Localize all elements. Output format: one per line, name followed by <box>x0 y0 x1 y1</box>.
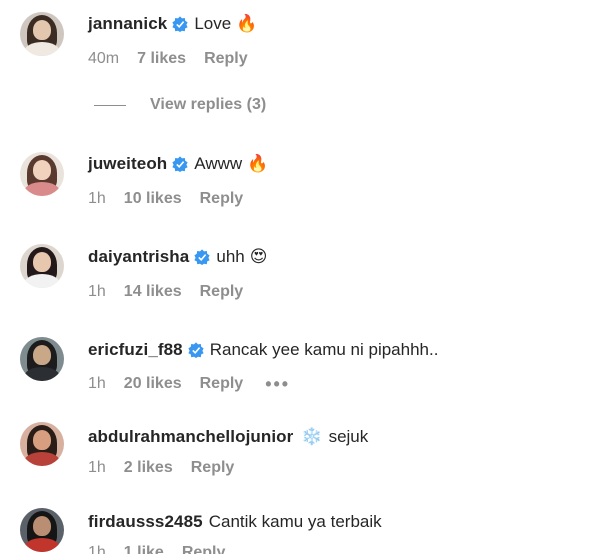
avatar-body <box>24 182 60 196</box>
comment-text: Awww <box>194 154 243 173</box>
comment-text: Cantik kamu ya terbaik <box>208 512 382 531</box>
timestamp: 1h <box>88 459 106 476</box>
avatar-body <box>24 274 60 288</box>
avatar-face <box>33 160 51 180</box>
comment-line: jannanick Love 🔥 <box>88 14 257 34</box>
timestamp: 40m <box>88 50 120 67</box>
comment-meta: 1h 2 likes Reply <box>88 459 234 477</box>
comment-text: sejuk <box>328 427 369 446</box>
avatar-face <box>33 345 51 365</box>
reply-button[interactable]: Reply <box>200 375 244 393</box>
avatar-face <box>33 20 51 40</box>
likes-count[interactable]: 2 likes <box>124 459 173 477</box>
comment-line: firdausss2485 Cantik kamu ya terbaik <box>88 512 382 532</box>
heart-eyes-emoji-icon: 😍 <box>249 247 268 266</box>
avatar-body <box>24 42 60 56</box>
username[interactable]: firdausss2485 <box>88 512 203 532</box>
comment-line: juweiteoh Awww 🔥 <box>88 154 268 174</box>
reply-button[interactable]: Reply <box>200 190 244 208</box>
more-options-icon[interactable]: ••• <box>265 375 290 393</box>
verified-badge-icon <box>188 342 204 358</box>
verified-badge-icon <box>172 16 188 32</box>
view-replies-label[interactable]: View replies (3) <box>150 96 266 114</box>
avatar-face <box>33 516 51 536</box>
comment-text: Love <box>194 14 232 33</box>
avatar[interactable] <box>20 244 64 288</box>
username[interactable]: abdulrahmanchellojunior <box>88 427 293 447</box>
avatar[interactable] <box>20 337 64 381</box>
replies-divider-line <box>94 104 126 106</box>
avatar-body <box>24 538 60 552</box>
comment-meta: 1h 1 like Reply <box>88 544 225 554</box>
likes-count[interactable]: 20 likes <box>124 375 182 393</box>
reply-button[interactable]: Reply <box>204 50 248 68</box>
fire-emoji-icon: 🔥 <box>247 154 269 173</box>
username[interactable]: juweiteoh <box>88 154 167 174</box>
verified-badge-icon <box>194 249 210 265</box>
avatar[interactable] <box>20 12 64 56</box>
fire-emoji-icon: 🔥 <box>236 14 258 33</box>
comment-meta: 1h 10 likes Reply <box>88 190 243 208</box>
view-replies-button[interactable]: View replies (3) <box>94 96 266 114</box>
timestamp: 1h <box>88 190 106 207</box>
comment-text: Rancak yee kamu ni pipahhh.. <box>209 340 439 359</box>
avatar-face <box>33 252 51 272</box>
avatar-body <box>24 367 60 381</box>
username[interactable]: daiyantrisha <box>88 247 189 267</box>
verified-badge-icon <box>172 156 188 172</box>
snowflake-emoji-icon: ❄️ <box>301 427 323 446</box>
username[interactable]: jannanick <box>88 14 167 34</box>
reply-button[interactable]: Reply <box>200 283 244 301</box>
likes-count[interactable]: 1 like <box>124 544 164 554</box>
likes-count[interactable]: 7 likes <box>137 50 186 68</box>
comment-meta: 40m 7 likes Reply <box>88 50 248 68</box>
avatar-body <box>24 452 60 466</box>
avatar-face <box>33 430 51 450</box>
timestamp: 1h <box>88 544 106 554</box>
comment-line: abdulrahmanchellojunior ❄️ sejuk <box>88 427 368 447</box>
comment-meta: 1h 14 likes Reply <box>88 283 243 301</box>
likes-count[interactable]: 14 likes <box>124 283 182 301</box>
avatar[interactable] <box>20 422 64 466</box>
avatar[interactable] <box>20 152 64 196</box>
comment-meta: 1h 20 likes Reply ••• <box>88 375 290 393</box>
comment-line: daiyantrisha uhh 😍 <box>88 247 267 267</box>
reply-button[interactable]: Reply <box>191 459 235 477</box>
timestamp: 1h <box>88 283 106 300</box>
likes-count[interactable]: 10 likes <box>124 190 182 208</box>
username[interactable]: ericfuzi_f88 <box>88 340 183 360</box>
comment-text: uhh <box>216 247 245 266</box>
timestamp: 1h <box>88 375 106 392</box>
comment-line: ericfuzi_f88 Rancak yee kamu ni pipahhh.… <box>88 340 438 360</box>
reply-button[interactable]: Reply <box>182 544 226 554</box>
avatar[interactable] <box>20 508 64 552</box>
